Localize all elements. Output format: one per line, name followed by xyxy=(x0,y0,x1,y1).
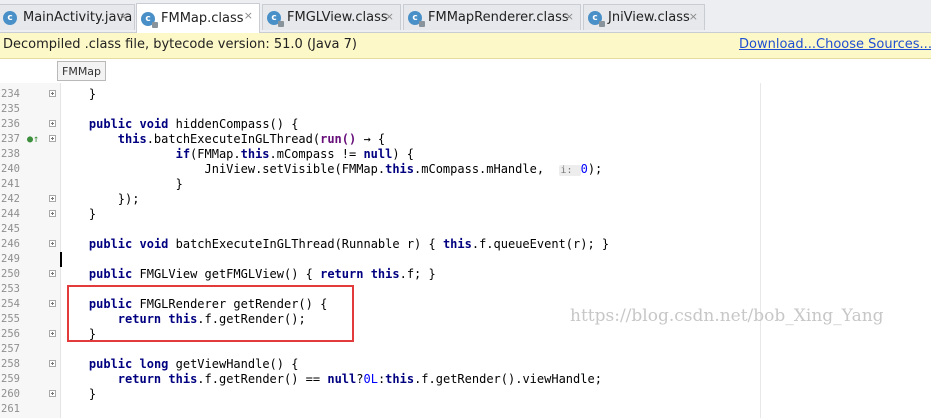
tab-label: FMMap.class xyxy=(161,11,244,26)
code-text: public FMGLView getFMGLView() { return t… xyxy=(88,267,436,281)
line-number: 260 xyxy=(1,388,20,400)
fold-toggle-icon[interactable] xyxy=(49,210,56,217)
class-file-icon: c xyxy=(141,11,158,28)
close-tab-icon[interactable]: × xyxy=(565,11,574,23)
code-line: 261 xyxy=(0,402,931,417)
code-editor[interactable]: 234 } 235 236 public void hiddenCompass() … xyxy=(0,83,931,418)
code-text: } xyxy=(60,207,97,221)
line-number: 259 xyxy=(1,373,20,385)
line-number: 234 xyxy=(1,88,20,100)
close-tab-icon[interactable]: × xyxy=(689,11,698,23)
tab-label: MainActivity.java xyxy=(23,10,133,25)
tab-label: JniView.class xyxy=(608,10,690,25)
watermark-text: https://blog.csdn.net/bob_Xing_Yang xyxy=(570,306,884,326)
code-line: 258 public long getViewHandle() { xyxy=(0,357,931,372)
line-number: 254 xyxy=(1,298,20,310)
line-number: 245 xyxy=(1,223,20,235)
breadcrumb-bar: FMMap xyxy=(0,59,931,83)
code-line: 236 public void hiddenCompass() { xyxy=(0,117,931,132)
fold-toggle-icon[interactable] xyxy=(49,330,56,337)
line-number: 255 xyxy=(1,313,20,325)
class-icon: c xyxy=(3,10,17,25)
line-number: 246 xyxy=(1,238,20,250)
close-tab-icon[interactable]: × xyxy=(119,11,128,23)
code-line: 246 public void batchExecuteInGLThread(R… xyxy=(0,237,931,252)
editor-tab-bar: c MainActivity.java × c FMMap.class × c … xyxy=(0,0,931,33)
text-caret xyxy=(60,252,62,267)
line-number: 241 xyxy=(1,178,20,190)
line-number: 258 xyxy=(1,358,20,370)
line-number: 257 xyxy=(1,343,20,355)
line-number: 237 xyxy=(1,133,20,145)
line-number: 240 xyxy=(1,163,20,175)
line-number: 244 xyxy=(1,208,20,220)
code-line: 234 } xyxy=(0,87,931,102)
fold-toggle-icon[interactable] xyxy=(49,240,56,247)
class-file-icon: c xyxy=(588,10,605,27)
tab-mainactivity-java[interactable]: c MainActivity.java × xyxy=(0,4,135,30)
fold-toggle-icon[interactable] xyxy=(49,360,56,367)
close-tab-icon[interactable]: × xyxy=(385,11,394,23)
tab-label: FMMapRenderer.class xyxy=(428,10,569,25)
line-number: 249 xyxy=(1,253,20,265)
line-number: 256 xyxy=(1,328,20,340)
override-marker-icon[interactable]: ●↑ xyxy=(27,134,39,145)
close-tab-icon[interactable]: × xyxy=(244,10,253,22)
code-text: } xyxy=(60,387,97,401)
code-text: public void hiddenCompass() { xyxy=(88,117,299,131)
line-number: 236 xyxy=(1,118,20,130)
code-line: 240 JniView.setVisible(FMMap.this.mCompa… xyxy=(0,162,931,177)
code-text: return this.f.getRender() == null?0L:thi… xyxy=(117,372,602,386)
class-file-icon: c xyxy=(267,10,284,27)
tab-fmglview-class[interactable]: c FMGLView.class × xyxy=(262,4,401,30)
code-line: 259 return this.f.getRender() == null?0L… xyxy=(0,372,931,387)
code-line: 257 xyxy=(0,342,931,357)
code-text: } xyxy=(60,177,183,191)
code-text: public void batchExecuteInGLThread(Runna… xyxy=(88,237,610,251)
code-line: 244 } xyxy=(0,207,931,222)
code-line: 249 xyxy=(0,252,931,267)
line-number: 242 xyxy=(1,193,20,205)
code-line: 237 ●↑ this.batchExecuteInGLThread(run() … xyxy=(0,132,931,147)
fold-toggle-icon[interactable] xyxy=(49,300,56,307)
fold-toggle-icon[interactable] xyxy=(49,390,56,397)
code-text: if(FMMap.this.mCompass != null) { xyxy=(175,147,415,161)
choose-sources-link[interactable]: Choose Sources... xyxy=(816,37,931,52)
tab-label: FMGLView.class xyxy=(287,10,388,25)
line-number: 250 xyxy=(1,268,20,280)
fold-toggle-icon[interactable] xyxy=(49,195,56,202)
code-text: this.batchExecuteInGLThread(run() → { xyxy=(117,132,386,146)
highlight-box xyxy=(67,285,354,342)
code-text: }); xyxy=(60,192,140,206)
line-number: 253 xyxy=(1,283,20,295)
class-file-icon: c xyxy=(408,10,425,27)
line-number: 261 xyxy=(1,403,20,415)
fold-toggle-icon[interactable] xyxy=(49,270,56,277)
banner-message: Decompiled .class file, bytecode version… xyxy=(3,37,357,52)
download-link[interactable]: Download... xyxy=(739,37,816,52)
tab-jniview-class[interactable]: c JniView.class × xyxy=(583,4,705,30)
code-line: 260 } xyxy=(0,387,931,402)
code-line: 250 public FMGLView getFMGLView() { retu… xyxy=(0,267,931,282)
code-text: public long getViewHandle() { xyxy=(88,357,299,371)
code-line: 235 xyxy=(0,102,931,117)
breadcrumb-class[interactable]: FMMap xyxy=(57,61,107,81)
fold-toggle-icon[interactable] xyxy=(49,90,56,97)
code-text: JniView.setVisible(FMMap.this.mCompass.m… xyxy=(60,162,603,176)
decompiled-notice-banner: Decompiled .class file, bytecode version… xyxy=(0,33,931,59)
tab-fmmaprenderer-class[interactable]: c FMMapRenderer.class × xyxy=(403,4,581,30)
code-line: 245 xyxy=(0,222,931,237)
tab-fmmap-class[interactable]: c FMMap.class × xyxy=(136,3,260,33)
code-line: 238 if(FMMap.this.mCompass != null) { xyxy=(0,147,931,162)
line-number: 238 xyxy=(1,148,20,160)
code-line: 242 }); xyxy=(0,192,931,207)
code-text: } xyxy=(60,87,97,101)
code-line: 241 } xyxy=(0,177,931,192)
fold-toggle-icon[interactable] xyxy=(49,120,56,127)
line-number: 235 xyxy=(1,103,20,115)
fold-toggle-icon[interactable] xyxy=(49,135,56,142)
